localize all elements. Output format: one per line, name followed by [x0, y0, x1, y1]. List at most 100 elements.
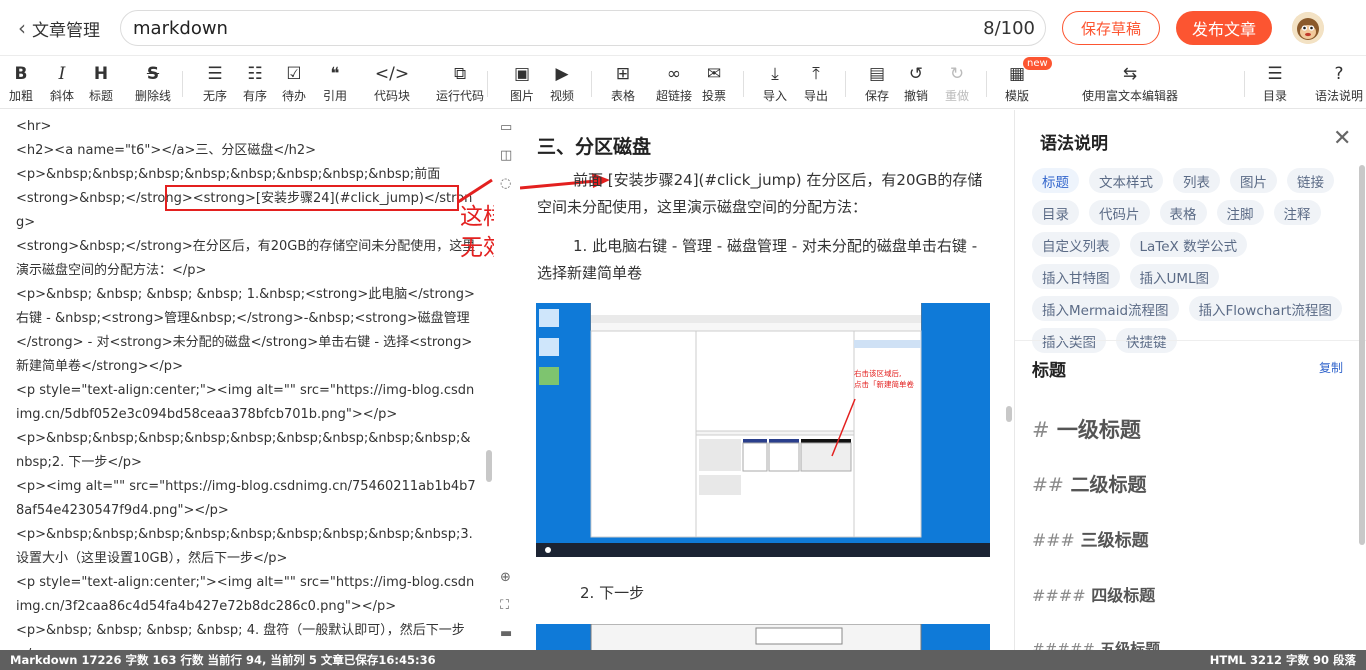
help-tag[interactable]: 插入Flowchart流程图 [1188, 296, 1342, 321]
export-icon: ⤒ [812, 64, 820, 84]
toolbar-undo-button[interactable]: ↺ 撤销 [904, 63, 928, 105]
import-label: 导入 [763, 89, 788, 103]
toolbar-vote-button[interactable]: ✉ 投票 [702, 63, 726, 105]
highlight-box [165, 185, 459, 211]
rich-editor-icon: ⇆ [1122, 64, 1138, 84]
toolbar-italic-button[interactable]: I 斜体 [50, 63, 74, 105]
strike-icon: S [146, 64, 160, 84]
editor-scrollbar[interactable] [486, 450, 492, 482]
hash-marks: # [1032, 418, 1050, 442]
toolbar-bold-button[interactable]: B 加粗 [9, 63, 33, 105]
top-header: ‹ 文章管理 8/100 保存草稿 发布文章 [0, 0, 1366, 56]
template-label: 模版 [1005, 89, 1030, 103]
bold-label: 加粗 [9, 89, 34, 103]
help-tag[interactable]: 文本样式 [1089, 168, 1163, 193]
preview-scrollbar[interactable] [1006, 406, 1012, 422]
toolbar-save-button[interactable]: ▤ 保存 [865, 63, 889, 105]
template-icon: ▦ [1008, 64, 1026, 84]
user-avatar[interactable] [1292, 12, 1324, 44]
layout-single-icon[interactable]: ▭ [500, 120, 512, 135]
help-tag[interactable]: 代码片 [1089, 200, 1150, 225]
preview-heading: 三、分区磁盘 [537, 136, 652, 158]
sync-scroll-icon[interactable]: ◌ [500, 176, 511, 191]
toolbar-strike-button[interactable]: S 删除线 [135, 63, 171, 105]
divider [1015, 340, 1366, 341]
rich-editor-label: 使用富文本编辑器 [1082, 89, 1179, 103]
table-icon: ⊞ [615, 64, 631, 84]
help-tag[interactable]: 插入UML图 [1129, 264, 1220, 289]
syntax-help-icon: ? [1334, 64, 1344, 84]
export-label: 导出 [804, 89, 829, 103]
help-tag[interactable]: 自定义列表 [1032, 232, 1120, 257]
heading-example: ##### 五级标题 [1032, 638, 1160, 650]
toolbar-ul-button[interactable]: ☰ 无序 [203, 63, 227, 105]
monitor-icon[interactable]: ▬ [500, 626, 512, 641]
image-label: 图片 [510, 89, 535, 103]
toolbar-ol-button[interactable]: ☷ 有序 [243, 63, 267, 105]
toolbar-toc-button[interactable]: ☰ 目录 [1263, 63, 1287, 105]
toolbar-run-code-button[interactable]: ⧉ 运行代码 [436, 63, 484, 105]
video-icon: ▶ [555, 64, 569, 84]
toolbar-separator [591, 71, 592, 97]
help-scrollbar[interactable] [1359, 165, 1365, 545]
ol-label: 有序 [243, 89, 268, 103]
save-icon: ▤ [868, 64, 886, 84]
toolbar-export-button[interactable]: ⤒ 导出 [804, 63, 828, 105]
status-bar: Markdown 17226 字数 163 行数 当前行 94, 当前列 5 文… [0, 650, 1366, 670]
quote-icon: ❝ [330, 64, 340, 84]
title-field[interactable]: 8/100 [120, 10, 1046, 46]
help-tag[interactable]: 注脚 [1216, 200, 1264, 225]
save-draft-button[interactable]: 保存草稿 [1062, 11, 1160, 45]
help-section-title: 标题 [1032, 361, 1066, 381]
markdown-editor[interactable]: <hr> <h2><a name="t6"></a>三、分区磁盘</h2> <p>&… [0, 110, 494, 650]
help-tag[interactable]: 链接 [1287, 168, 1334, 193]
toolbar-todo-button[interactable]: ☑ 待办 [282, 63, 306, 105]
help-tag[interactable]: 标题 [1032, 168, 1079, 193]
copy-button[interactable]: 复制 [1319, 359, 1343, 376]
help-tag[interactable]: 插入甘特图 [1032, 264, 1120, 289]
heading-text: 五级标题 [1100, 640, 1161, 650]
toolbar-syntax-help-button[interactable]: ? 语法说明 [1315, 63, 1363, 105]
title-input[interactable] [133, 15, 953, 41]
new-badge: new [1023, 57, 1052, 70]
toolbar-quote-button[interactable]: ❝ 引用 [323, 63, 347, 105]
back-to-articles[interactable]: ‹ 文章管理 [18, 14, 100, 42]
syntax-help-panel: 语法说明 ✕ 标题 文本样式 列表 图片 链接 目录 代码片 表格 注脚 注释 自定义列表 LaTeX… [1014, 110, 1366, 650]
help-tag[interactable]: 目录 [1032, 200, 1079, 225]
locate-icon[interactable]: ⊕ [500, 570, 511, 585]
toolbar-codeblock-button[interactable]: </> 代码块 [374, 63, 410, 105]
heading-example: ## 二级标题 [1032, 470, 1146, 497]
help-tag[interactable]: 图片 [1230, 168, 1277, 193]
chevron-left-icon: ‹ [18, 16, 26, 40]
annotation-text: 这样写是 无效的！ [460, 204, 494, 261]
fullscreen-icon[interactable]: ⛶ [500, 598, 509, 613]
toolbar-heading-button[interactable]: H 标题 [89, 63, 113, 105]
vote-icon: ✉ [706, 64, 722, 84]
codeblock-icon: </> [374, 64, 410, 84]
svg-text:右击该区域后,: 右击该区域后, [854, 368, 901, 378]
heading-text: 二级标题 [1070, 474, 1147, 496]
help-tag[interactable]: 表格 [1159, 200, 1207, 225]
close-icon[interactable]: ✕ [1333, 126, 1351, 151]
toolbar-link-button[interactable]: ∞ 超链接 [656, 63, 692, 105]
toolbar-video-button[interactable]: ▶ 视频 [550, 63, 574, 105]
hash-marks: ## [1032, 474, 1064, 496]
toolbar-rich-editor-button[interactable]: ⇆ 使用富文本编辑器 [1082, 63, 1178, 105]
help-tag[interactable]: 插入Mermaid流程图 [1032, 296, 1179, 321]
publish-button[interactable]: 发布文章 [1176, 11, 1272, 45]
toolbar-image-button[interactable]: ▣ 图片 [510, 63, 534, 105]
back-label: 文章管理 [32, 20, 100, 41]
toolbar-import-button[interactable]: ⤓ 导入 [763, 63, 787, 105]
help-tag[interactable]: 列表 [1173, 168, 1220, 193]
toolbar-table-button[interactable]: ⊞ 表格 [611, 63, 635, 105]
code-line: <p>&nbsp;&nbsp;&nbsp;&nbsp;&nbsp;&nbsp;&… [16, 167, 441, 182]
toolbar-separator [487, 71, 488, 97]
help-tag[interactable]: LaTeX 数学公式 [1129, 232, 1248, 257]
save-label: 保存 [865, 89, 890, 103]
layout-split-icon[interactable]: ◫ [500, 148, 512, 163]
table-label: 表格 [611, 89, 636, 103]
toolbar-template-button[interactable]: ▦ 模版 new [1005, 57, 1052, 105]
disk-management-screenshot: 右击该区域后, 点击「新建简单卷 [536, 303, 990, 557]
toolbar-redo-button[interactable]: ↻ 重做 [945, 63, 969, 105]
help-tag[interactable]: 注释 [1273, 200, 1321, 225]
